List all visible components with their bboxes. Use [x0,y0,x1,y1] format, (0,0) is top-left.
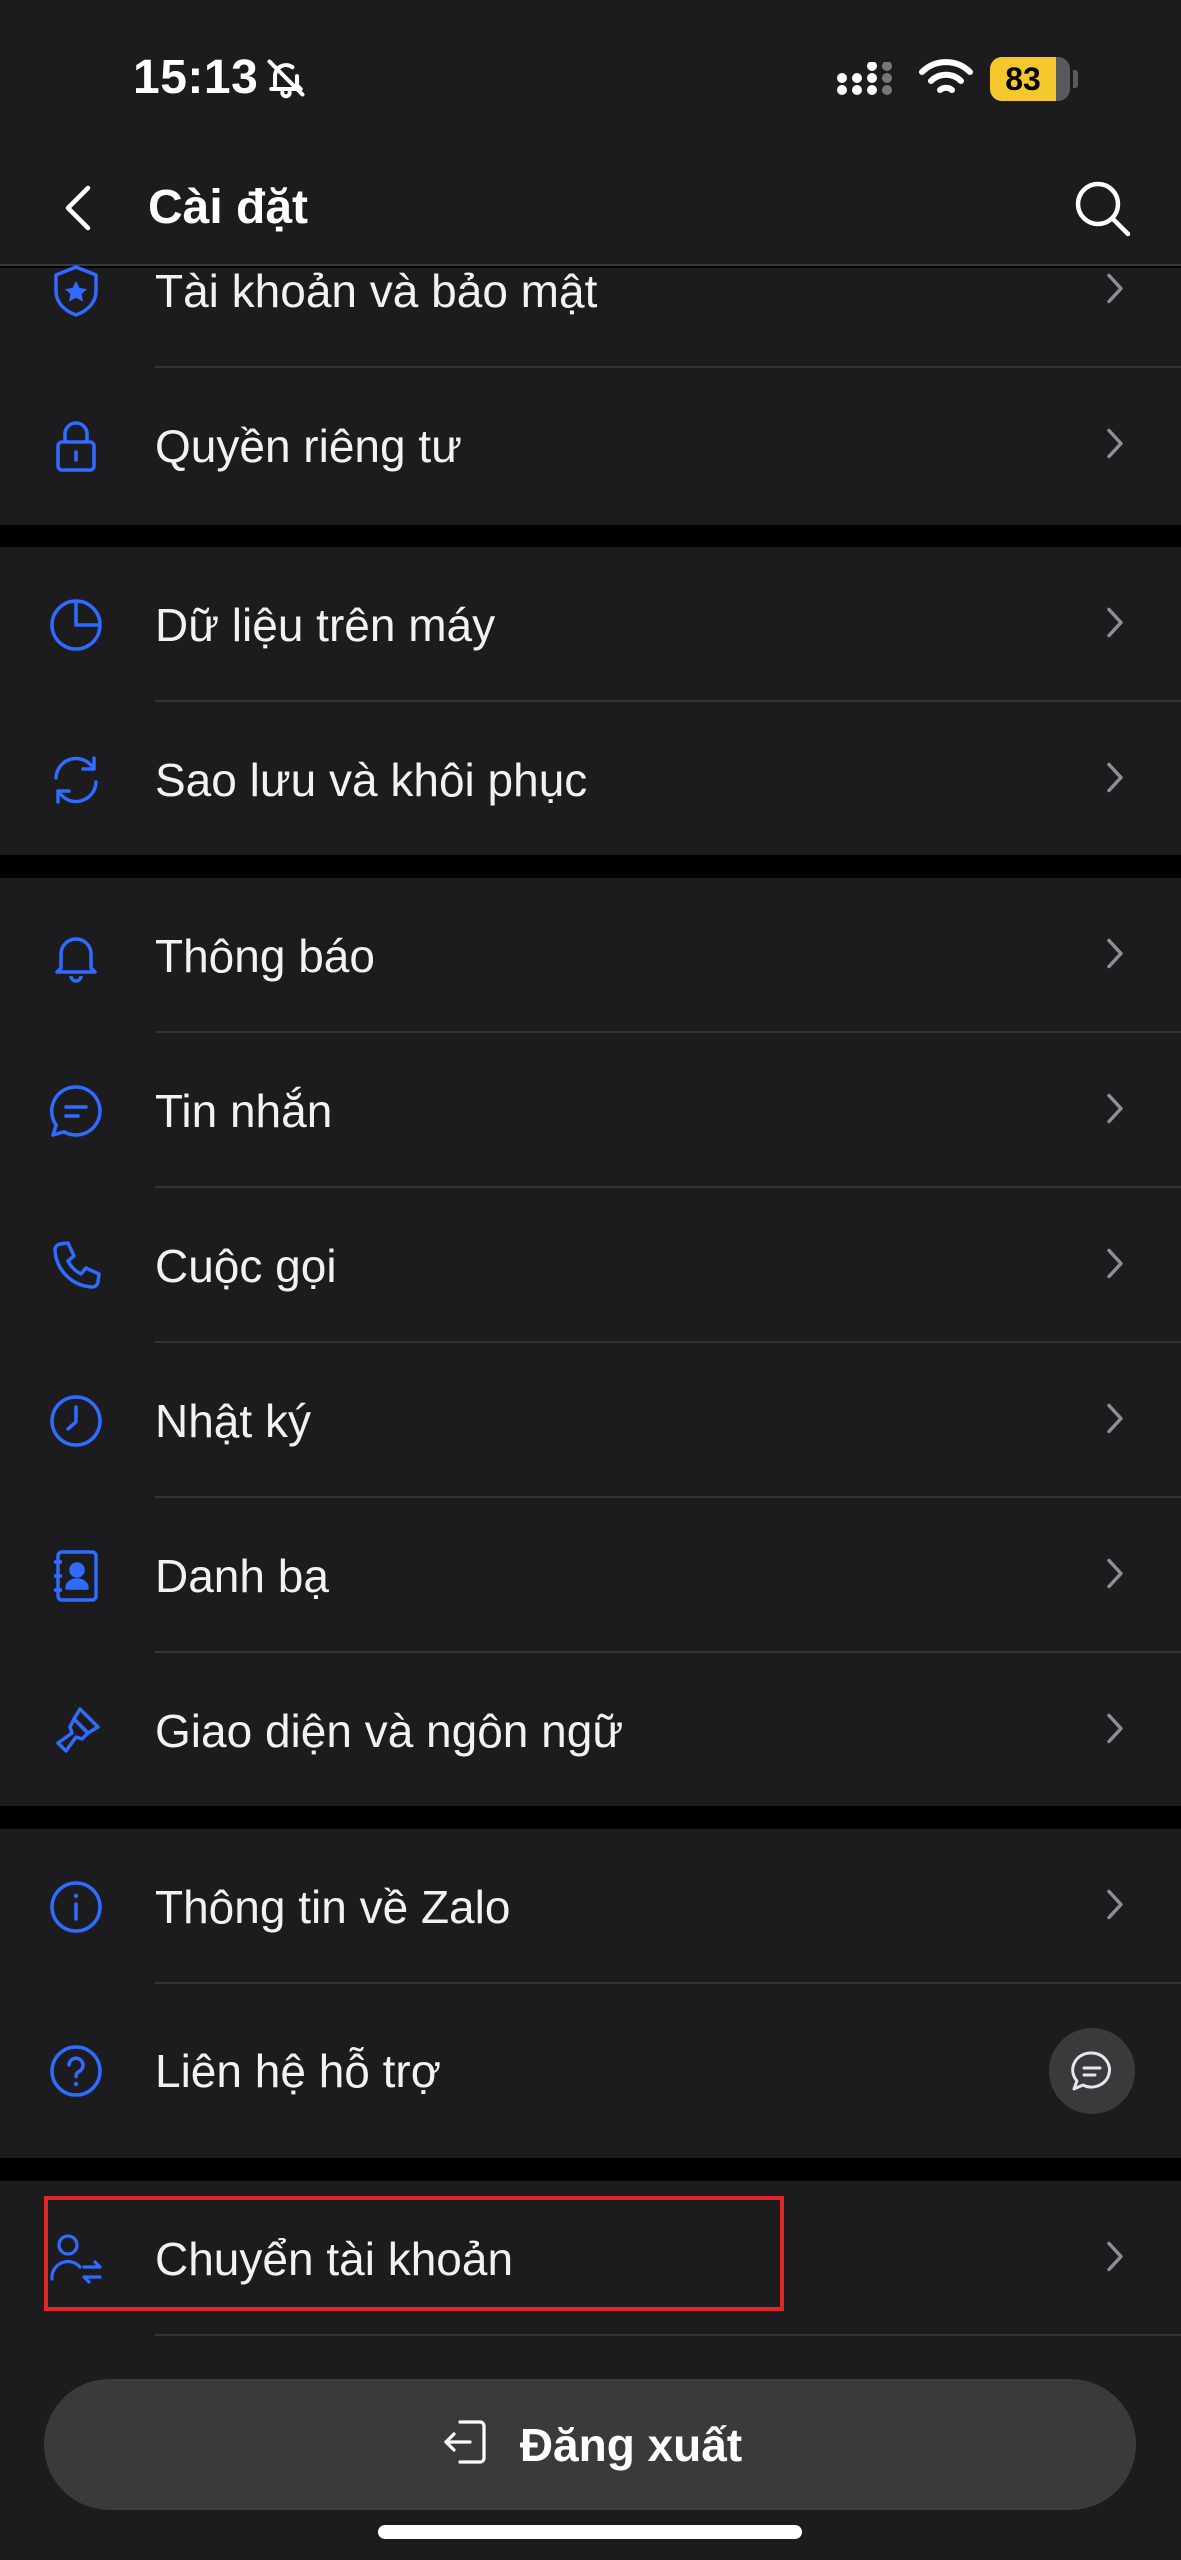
settings-group-features: Thông báo Tin nhắn Cuộc gọi Nhật ký Danh… [0,878,1181,1806]
chevron-right-icon [1104,1555,1126,1596]
chevron-right-icon [1104,604,1126,645]
bell-muted-icon [264,56,308,105]
battery-tip [1073,70,1078,88]
logout-label: Đăng xuất [519,2418,743,2471]
paintbrush-icon [46,1701,106,1761]
help-icon [46,2041,106,2101]
clock-icon [46,1391,106,1451]
wifi-icon [918,56,974,105]
logout-icon [438,2414,494,2475]
chat-icon [46,1081,106,1141]
settings-item-contacts[interactable]: Danh bạ [0,1498,1181,1653]
home-indicator[interactable] [378,2525,802,2539]
chevron-right-icon [1104,935,1126,976]
sync-icon [46,750,106,810]
settings-item-label: Tài khoản và bảo mật [155,264,598,317]
settings-item-notifications[interactable]: Thông báo [0,878,1181,1033]
settings-item-label: Sao lưu và khôi phục [155,753,588,806]
settings-item-label: Thông báo [155,929,375,982]
settings-item-label: Danh bạ [155,1549,329,1602]
chevron-right-icon [1104,1400,1126,1441]
battery-indicator: 83 [990,57,1070,101]
info-icon [46,1877,106,1937]
logout-button[interactable]: Đăng xuất [44,2379,1136,2510]
settings-item-contact-support[interactable]: Liên hệ hỗ trợ [0,1984,1181,2158]
settings-group-about: Thông tin về Zalo Liên hệ hỗ trợ [0,1829,1181,2158]
settings-item-label: Thông tin về Zalo [155,1880,511,1933]
settings-item-label: Nhật ký [155,1394,311,1447]
status-bar: 15:13 83 [0,0,1181,150]
contacts-icon [46,1546,106,1606]
cellular-signal-icon [836,61,902,101]
settings-item-account-security[interactable]: Tài khoản và bảo mật [0,213,1181,368]
settings-item-messages[interactable]: Tin nhắn [0,1033,1181,1188]
phone-icon [46,1236,106,1296]
chevron-right-icon [1104,2238,1126,2279]
settings-item-label: Giao diện và ngôn ngữ [155,1704,624,1757]
settings-item-label: Tin nhắn [155,1084,333,1137]
chevron-right-icon [1104,270,1126,311]
settings-item-appearance-language[interactable]: Giao diện và ngôn ngữ [0,1653,1181,1808]
settings-item-device-storage[interactable]: Dữ liệu trên máy [0,547,1181,702]
status-time: 15:13 [133,51,259,104]
chevron-right-icon [1104,425,1126,466]
chevron-right-icon [1104,1886,1126,1927]
settings-item-timeline[interactable]: Nhật ký [0,1343,1181,1498]
settings-group-data: Dữ liệu trên máy Sao lưu và khôi phục [0,547,1181,855]
separator [155,2334,1181,2336]
settings-item-privacy[interactable]: Quyền riêng tư [0,368,1181,523]
chevron-right-icon [1104,759,1126,800]
settings-group-account: Tài khoản và bảo mật Quyền riêng tư [0,265,1181,525]
pie-chart-icon [46,595,106,655]
settings-item-about-zalo[interactable]: Thông tin về Zalo [0,1829,1181,1984]
chevron-right-icon [1104,1090,1126,1131]
settings-item-label: Cuộc gọi [155,1239,337,1292]
shield-star-icon [46,261,106,321]
chevron-right-icon [1104,1710,1126,1751]
chevron-right-icon [1104,1245,1126,1286]
settings-item-calls[interactable]: Cuộc gọi [0,1188,1181,1343]
highlight-box [44,2196,784,2311]
bell-icon [46,926,106,986]
settings-item-label: Quyền riêng tư [155,419,462,472]
support-chat-button[interactable] [1049,2028,1135,2114]
lock-icon [46,416,106,476]
settings-item-backup-restore[interactable]: Sao lưu và khôi phục [0,702,1181,857]
battery-percent: 83 [1005,61,1041,97]
settings-item-label: Liên hệ hỗ trợ [155,2045,441,2097]
settings-item-label: Dữ liệu trên máy [155,598,496,651]
